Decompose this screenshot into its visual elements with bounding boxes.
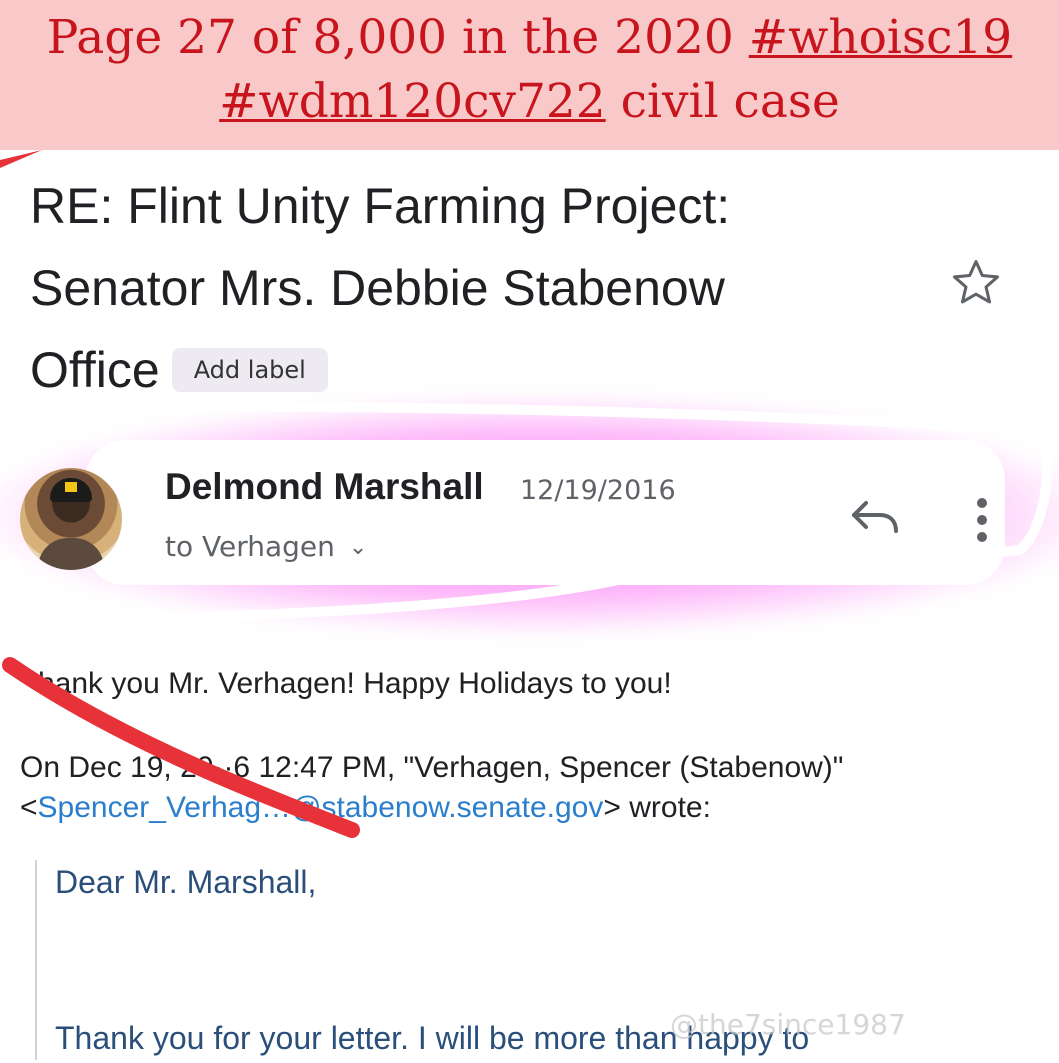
wrote-text: > wrote: (603, 791, 711, 824)
quoted-greeting: Dear Mr. Marshall, (55, 864, 317, 900)
email-subject: RE: Flint Unity Farming Project: Senator… (30, 165, 930, 411)
caption-line-2: #wdm120cv722 civil case (0, 70, 1059, 134)
reply-icon[interactable] (848, 497, 902, 537)
recipient-toggle[interactable]: to Verhagen ⌄ (165, 530, 367, 563)
quote-attribution-line-2: <Spencer_Verhag…@stabenow.senate.gov> wr… (20, 788, 843, 828)
hashtag-whoisc19: #whoisc19 (748, 10, 1013, 65)
watermark: @the7since1987 (670, 1008, 906, 1041)
reply-body: hank you Mr. Verhagen! Happy Holidays to… (38, 667, 672, 700)
sender-name[interactable]: Delmond Marshall (165, 466, 484, 508)
more-vert-icon[interactable] (970, 495, 994, 545)
caption-banner: Page 27 of 8,000 in the 2020 #whoisc19 #… (0, 0, 1059, 150)
caption-line-1: Page 27 of 8,000 in the 2020 #whoisc19 (0, 6, 1059, 70)
subject-line-1: RE: Flint Unity Farming Project: (30, 178, 731, 234)
quote-attribution-line-1: On Dec 19, 20··6 12:47 PM, "Verhagen, Sp… (20, 751, 844, 784)
recipient-text: to Verhagen (165, 530, 335, 563)
chevron-down-icon: ⌄ (348, 535, 368, 560)
quote-bar (35, 860, 37, 1060)
hashtag-case-number: #wdm120cv722 (219, 74, 606, 129)
avatar-shirt (38, 538, 104, 570)
avatar[interactable] (20, 468, 122, 570)
sender-email-link[interactable]: Spencer_Verhag…@stabenow.senate.gov (38, 791, 604, 824)
add-label-button[interactable]: Add label (171, 347, 328, 392)
subject-line-2: Senator Mrs. Debbie Stabenow (30, 260, 725, 316)
avatar-cap-logo (65, 482, 77, 492)
quote-attribution: On Dec 19, 20··6 12:47 PM, "Verhagen, Sp… (20, 748, 843, 828)
sent-date: 12/19/2016 (520, 475, 676, 506)
star-icon[interactable] (948, 255, 1004, 311)
angle-open: < (20, 791, 38, 824)
subject-line-3-text: Office (30, 342, 160, 398)
caption-text: Page 27 of 8,000 in the 2020 (46, 10, 749, 65)
caption-text: civil case (605, 74, 840, 129)
